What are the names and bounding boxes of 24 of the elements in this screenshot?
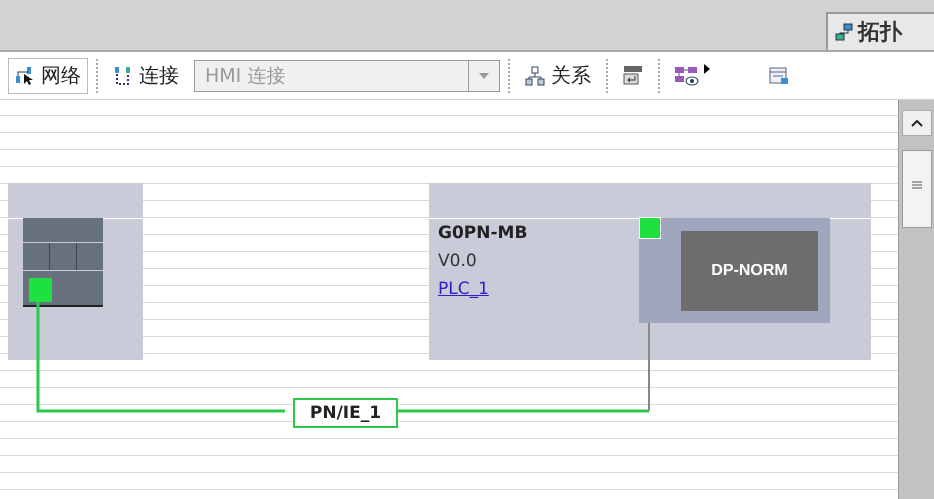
plc-link[interactable]: PLC_1 bbox=[438, 279, 489, 299]
hierarchy-icon bbox=[525, 66, 545, 86]
chevron-up-icon bbox=[910, 119, 922, 127]
relations-button[interactable]: 关系 bbox=[518, 58, 598, 94]
vertical-scrollbar[interactable] bbox=[898, 100, 934, 499]
network-label[interactable]: PN/IE_1 bbox=[293, 398, 398, 428]
module-label: DP-NORM bbox=[681, 230, 818, 310]
network-cursor-icon bbox=[15, 66, 35, 86]
device-version: V0.0 bbox=[438, 251, 478, 271]
connections-button[interactable]: 连接 bbox=[106, 58, 186, 94]
view-tab[interactable]: 拓扑 bbox=[826, 12, 934, 50]
scroll-up-button[interactable] bbox=[902, 110, 932, 136]
network-view-button[interactable]: 网络 bbox=[8, 58, 88, 94]
panel-lock-icon[interactable] bbox=[768, 64, 790, 86]
eye-network-icon[interactable] bbox=[674, 64, 700, 86]
scroll-thumb[interactable] bbox=[902, 150, 932, 228]
topology-icon bbox=[834, 22, 854, 42]
more-arrow-icon[interactable] bbox=[704, 64, 710, 74]
connection-icon bbox=[113, 66, 133, 86]
view-tab-label: 拓扑 bbox=[858, 19, 902, 47]
grip-icon bbox=[912, 181, 922, 189]
device-name: G0PN-MB bbox=[438, 223, 528, 243]
dropdown-arrow-icon bbox=[479, 72, 489, 78]
name-tag-icon[interactable] bbox=[622, 64, 644, 86]
